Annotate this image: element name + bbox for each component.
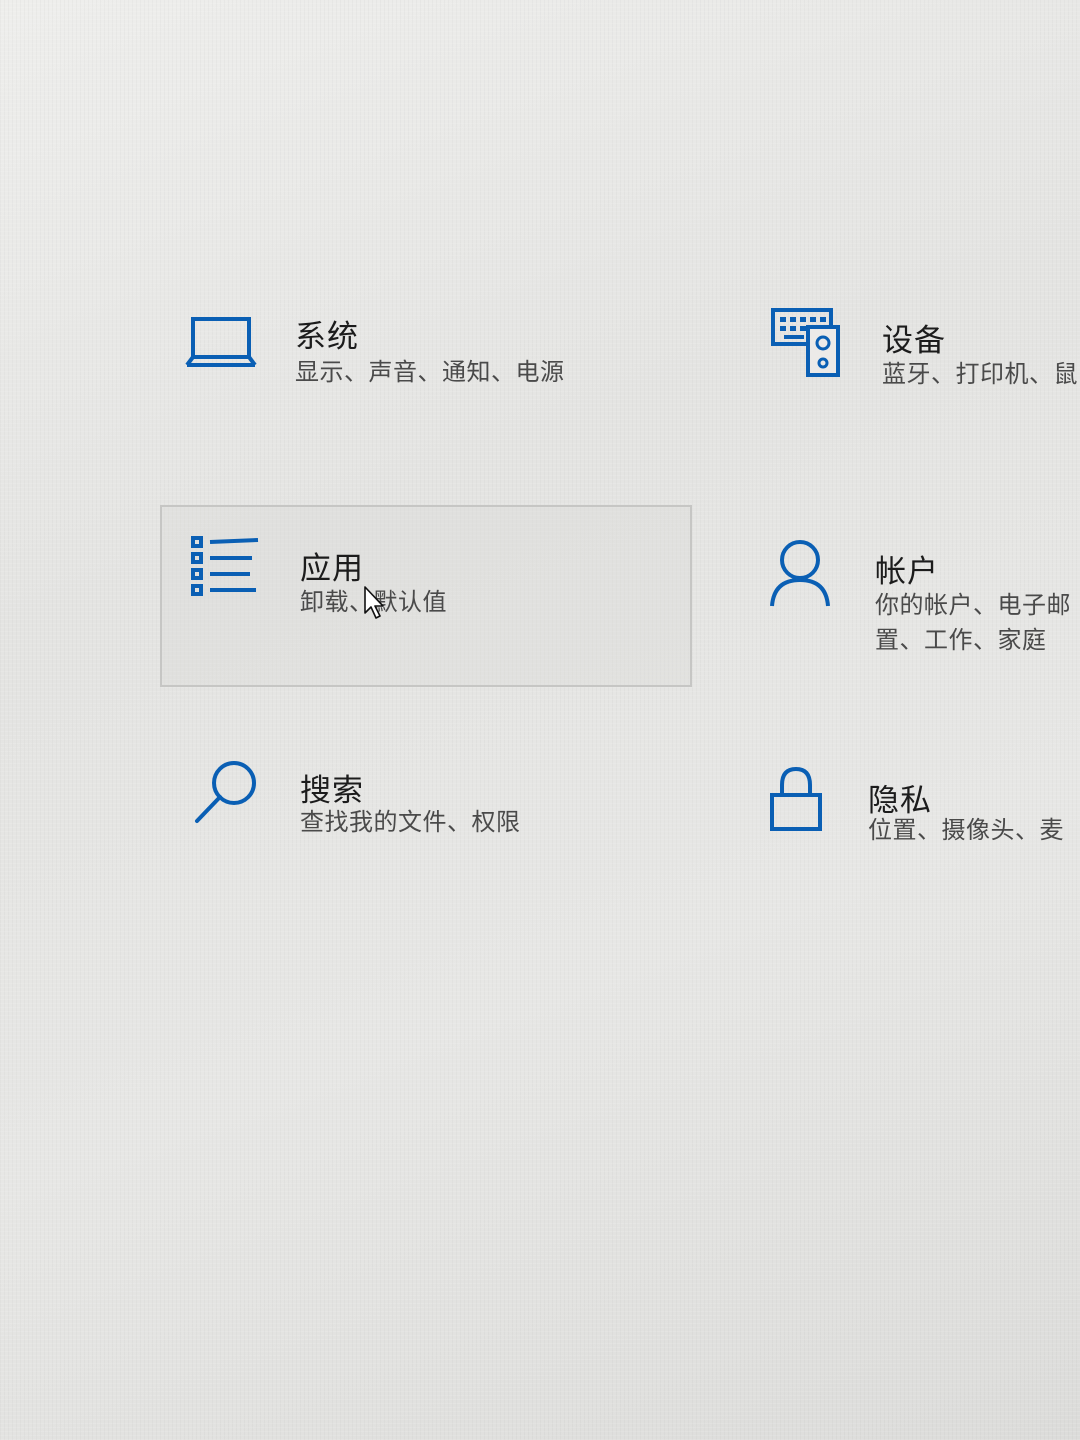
tile-system-desc: 显示、声音、通知、电源: [295, 358, 565, 386]
tile-apps-title: 应用: [300, 551, 364, 587]
tile-accounts-desc-line1: 你的帐户、电子邮: [875, 591, 1071, 619]
keyboard-speaker-icon: [770, 307, 842, 379]
laptop-icon: [185, 315, 257, 370]
tile-privacy-desc: 位置、摄像头、麦: [868, 816, 1064, 844]
tile-accounts-desc-line2: 置、工作、家庭: [875, 626, 1047, 654]
tile-system[interactable]: 系统 显示、声音、通知、电源: [170, 295, 690, 415]
tile-apps[interactable]: 应用 卸载、默认值: [160, 505, 692, 687]
tile-system-title: 系统: [295, 319, 359, 355]
tile-devices[interactable]: 设备 蓝牙、打印机、鼠: [760, 295, 1080, 415]
tile-accounts-title: 帐户: [875, 554, 939, 590]
tile-search[interactable]: 搜索 查找我的文件、权限: [170, 745, 690, 865]
tile-accounts[interactable]: 帐户 你的帐户、电子邮 置、工作、家庭: [760, 520, 1080, 670]
tile-privacy[interactable]: 隐私 位置、摄像头、麦: [760, 755, 1080, 875]
lock-icon: [768, 765, 824, 833]
tile-search-desc: 查找我的文件、权限: [300, 808, 521, 836]
tile-devices-title: 设备: [882, 323, 946, 359]
app-list-icon: [190, 535, 262, 597]
tile-devices-desc: 蓝牙、打印机、鼠: [882, 360, 1078, 388]
tile-accounts-desc: 你的帐户、电子邮 置、工作、家庭: [875, 588, 1080, 658]
person-icon: [768, 538, 832, 608]
tile-search-title: 搜索: [300, 773, 364, 809]
tile-apps-desc: 卸载、默认值: [300, 588, 447, 616]
search-icon: [192, 757, 262, 827]
